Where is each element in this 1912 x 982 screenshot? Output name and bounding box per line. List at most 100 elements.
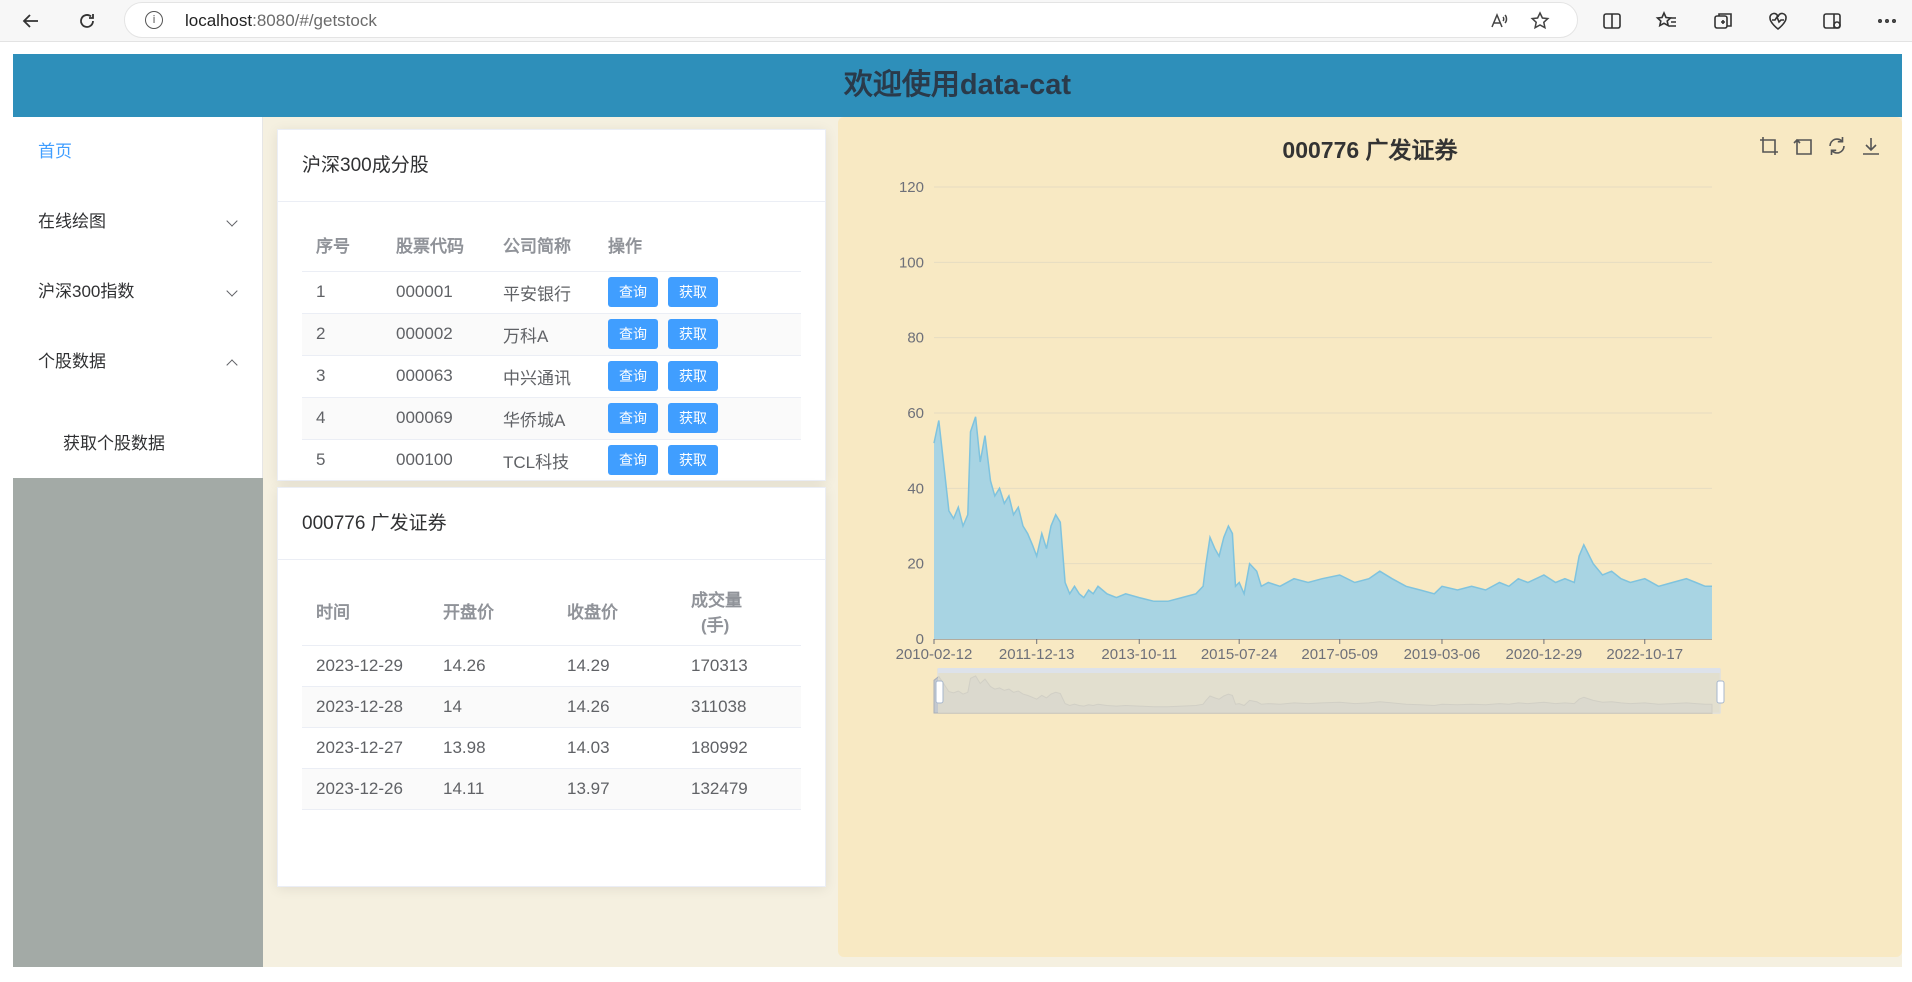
stock-data-card: 000776 广发证券 时间 开盘价 收盘价 成交量 (手) 2023-12-2… <box>277 487 826 887</box>
row-actions: 查询 获取 <box>594 397 801 440</box>
row-number: 5 <box>302 439 382 480</box>
stock-code: 000002 <box>382 313 489 356</box>
fetch-button[interactable]: 获取 <box>668 445 718 475</box>
x-tick-label: 2019-03-06 <box>1404 646 1481 663</box>
fetch-button[interactable]: 获取 <box>668 361 718 391</box>
x-tick-label: 2020-12-29 <box>1506 646 1583 663</box>
volume: 170313 <box>677 645 801 687</box>
x-tick-label: 2011-12-13 <box>999 646 1075 663</box>
volume-header-line1: 成交量 <box>691 590 742 610</box>
zoom-slider-move-bar <box>938 668 1720 673</box>
url-text[interactable]: localhost:8080/#/getstock <box>185 11 377 31</box>
address-bar[interactable]: i localhost:8080/#/getstock <box>124 2 1578 38</box>
column-header: 时间 <box>302 577 429 646</box>
x-tick-label: 2010-02-12 <box>896 646 973 663</box>
hs300-components-card: 沪深300成分股 序号 股票代码 公司简称 操作 1 000001 平安银行 查询 获取… <box>277 129 826 481</box>
read-aloud-icon[interactable] <box>1489 11 1509 31</box>
volume: 311038 <box>677 686 801 728</box>
trade-date: 2023-12-26 <box>302 768 429 810</box>
sidebar-item-online-plot[interactable]: 在线绘图 <box>13 187 262 257</box>
split-screen-icon[interactable] <box>1600 9 1624 33</box>
zoom-handle-left <box>935 680 944 704</box>
app-root: 欢迎使用data-cat 首页 在线绘图 沪深300指数 个股数据 获取个股数据 <box>13 54 1902 967</box>
back-icon[interactable] <box>16 6 46 36</box>
sidebar-item-label: 在线绘图 <box>38 212 106 231</box>
y-tick-label: 100 <box>899 254 924 271</box>
favorites-icon[interactable] <box>1655 9 1679 33</box>
row-actions: 查询 获取 <box>594 439 801 480</box>
table-row: 2023-12-26 14.11 13.97 132479 <box>302 768 801 810</box>
row-number: 2 <box>302 313 382 356</box>
app-header: 欢迎使用data-cat <box>13 54 1902 117</box>
column-header: 收盘价 <box>553 577 677 646</box>
y-tick-label: 40 <box>907 480 924 497</box>
trade-date: 2023-12-29 <box>302 645 429 687</box>
table-row: 2023-12-29 14.26 14.29 170313 <box>302 645 801 687</box>
query-button[interactable]: 查询 <box>608 361 658 391</box>
browser-toolbar: i localhost:8080/#/getstock <box>0 0 1912 42</box>
area-chart: 0204060801001202010-02-12 2011-12-13 2013-… <box>896 179 1725 714</box>
query-button[interactable]: 查询 <box>608 319 658 349</box>
open-price: 13.98 <box>429 727 553 769</box>
company-name: 万科A <box>489 313 594 356</box>
column-header: 成交量 (手) <box>677 577 801 646</box>
query-button[interactable]: 查询 <box>608 403 658 433</box>
query-button[interactable]: 查询 <box>608 445 658 475</box>
open-price: 14.26 <box>429 645 553 687</box>
card-title: 沪深300成分股 <box>278 130 825 202</box>
close-price: 14.26 <box>553 686 677 728</box>
stock-code: 000069 <box>382 397 489 440</box>
sidebar-subitem-get-stock[interactable]: 获取个股数据 <box>13 409 262 479</box>
zoom-handle-right <box>1716 680 1725 704</box>
app-title: 欢迎使用data-cat <box>843 69 1072 101</box>
favorite-star-icon[interactable] <box>1530 11 1550 31</box>
chart-panel: 000776 广发证券 0 20 40 60 80 100 120 2010-02-12 201… <box>838 117 1902 957</box>
column-header: 开盘价 <box>429 577 553 646</box>
info-icon[interactable]: i <box>145 11 163 29</box>
sidebar-item-label: 首页 <box>38 142 72 161</box>
stock-code: 000001 <box>382 271 489 314</box>
table-row: 2 000002 万科A 查询 获取 <box>302 313 801 356</box>
close-price: 14.03 <box>553 727 677 769</box>
stock-table: 时间 开盘价 收盘价 成交量 (手) 2023-12-29 14.26 14.29 1… <box>302 577 801 810</box>
trade-date: 2023-12-27 <box>302 727 429 769</box>
close-price: 14.29 <box>553 645 677 687</box>
y-tick-label: 120 <box>899 179 924 196</box>
x-tick-label: 2015-07-24 <box>1201 646 1278 663</box>
query-button[interactable]: 查询 <box>608 277 658 307</box>
sidebar-menu: 首页 在线绘图 沪深300指数 个股数据 获取个股数据 <box>13 117 263 478</box>
refresh-icon[interactable] <box>72 6 102 36</box>
company-name: TCL科技 <box>489 439 594 480</box>
sidebar-item-hs300-index[interactable]: 沪深300指数 <box>13 257 262 327</box>
column-header: 操作 <box>594 219 801 272</box>
more-menu-icon[interactable] <box>1875 9 1899 33</box>
x-tick-label: 2022-10-17 <box>1606 646 1683 663</box>
sidebar-item-stock-data[interactable]: 个股数据 <box>13 327 262 397</box>
chevron-down-icon <box>226 215 238 227</box>
row-number: 4 <box>302 397 382 440</box>
column-header: 序号 <box>302 219 382 272</box>
open-price: 14 <box>429 686 553 728</box>
table-row: 5 000100 TCL科技 查询 获取 <box>302 439 801 480</box>
fetch-button[interactable]: 获取 <box>668 403 718 433</box>
sidebar-item-home[interactable]: 首页 <box>13 117 262 187</box>
stock-code: 000063 <box>382 355 489 398</box>
table-row: 1 000001 平安银行 查询 获取 <box>302 271 801 314</box>
company-name: 中兴通讯 <box>489 355 594 398</box>
volume: 180992 <box>677 727 801 769</box>
table-header-row: 时间 开盘价 收盘价 成交量 (手) <box>302 577 801 646</box>
table-row: 2023-12-27 13.98 14.03 180992 <box>302 727 801 769</box>
zoom-slider-window <box>938 669 1720 713</box>
performance-icon[interactable] <box>1766 9 1790 33</box>
volume-header-line2: (手) <box>701 615 730 635</box>
sidebar-subitem-label: 获取个股数据 <box>63 434 165 453</box>
browser-essentials-icon[interactable] <box>1820 9 1844 33</box>
column-header: 公司简称 <box>489 219 594 272</box>
card-title: 000776 广发证券 <box>278 488 825 560</box>
sidebar: 首页 在线绘图 沪深300指数 个股数据 获取个股数据 <box>13 117 263 967</box>
collections-icon[interactable] <box>1711 9 1735 33</box>
fetch-button[interactable]: 获取 <box>668 319 718 349</box>
company-name: 华侨城A <box>489 397 594 440</box>
fetch-button[interactable]: 获取 <box>668 277 718 307</box>
open-price: 14.11 <box>429 768 553 810</box>
